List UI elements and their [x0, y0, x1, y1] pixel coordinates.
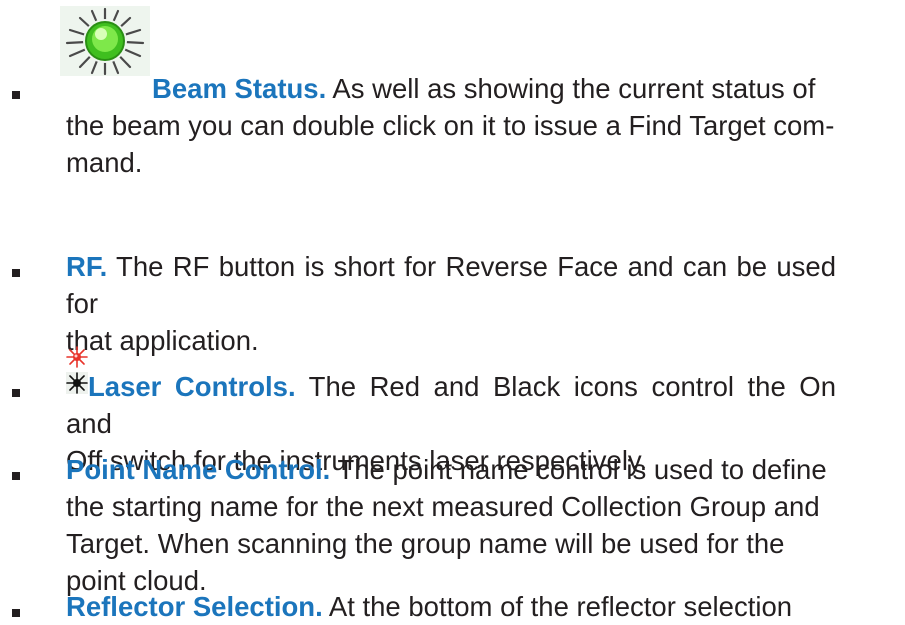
term-point-name-control: Point Name Control.	[66, 454, 331, 485]
laser-on-red-icon	[66, 346, 88, 368]
term-reflector-selection: Reflector Selection.	[66, 591, 323, 622]
bullet	[12, 269, 20, 277]
desc-line: that application.	[66, 325, 259, 356]
term-beam-status: Beam Status.	[152, 73, 327, 104]
term-laser-controls: Laser Controls.	[88, 371, 296, 402]
term-rf: RF.	[66, 251, 108, 282]
bullet	[12, 91, 20, 99]
desc-line: the starting name for the next measured …	[66, 491, 820, 522]
desc-line: The RF button is short for Reverse Face …	[66, 251, 836, 319]
desc-line: the beam you can double click on it to i…	[66, 110, 835, 141]
desc-line: As well as showing the current status of	[326, 73, 816, 104]
desc-line: Target. When scanning the group name wil…	[66, 528, 785, 559]
desc-line: The point name control is used to define	[330, 454, 827, 485]
list-item-beam-status: Beam Status. As well as showing the curr…	[12, 70, 836, 181]
bullet	[12, 389, 20, 397]
desc-line: mand.	[66, 147, 143, 178]
bullet	[12, 609, 20, 617]
desc-line: At the bottom of the reflector selection	[322, 591, 793, 622]
list-item-rf: RF. The RF button is short for Reverse F…	[12, 248, 836, 359]
bullet	[12, 472, 20, 480]
beam-status-icon	[60, 6, 150, 76]
list-item-point-name-control: Point Name Control. The point name contr…	[12, 451, 836, 599]
list-item-reflector-selection: Reflector Selection. At the bottom of th…	[12, 588, 836, 625]
